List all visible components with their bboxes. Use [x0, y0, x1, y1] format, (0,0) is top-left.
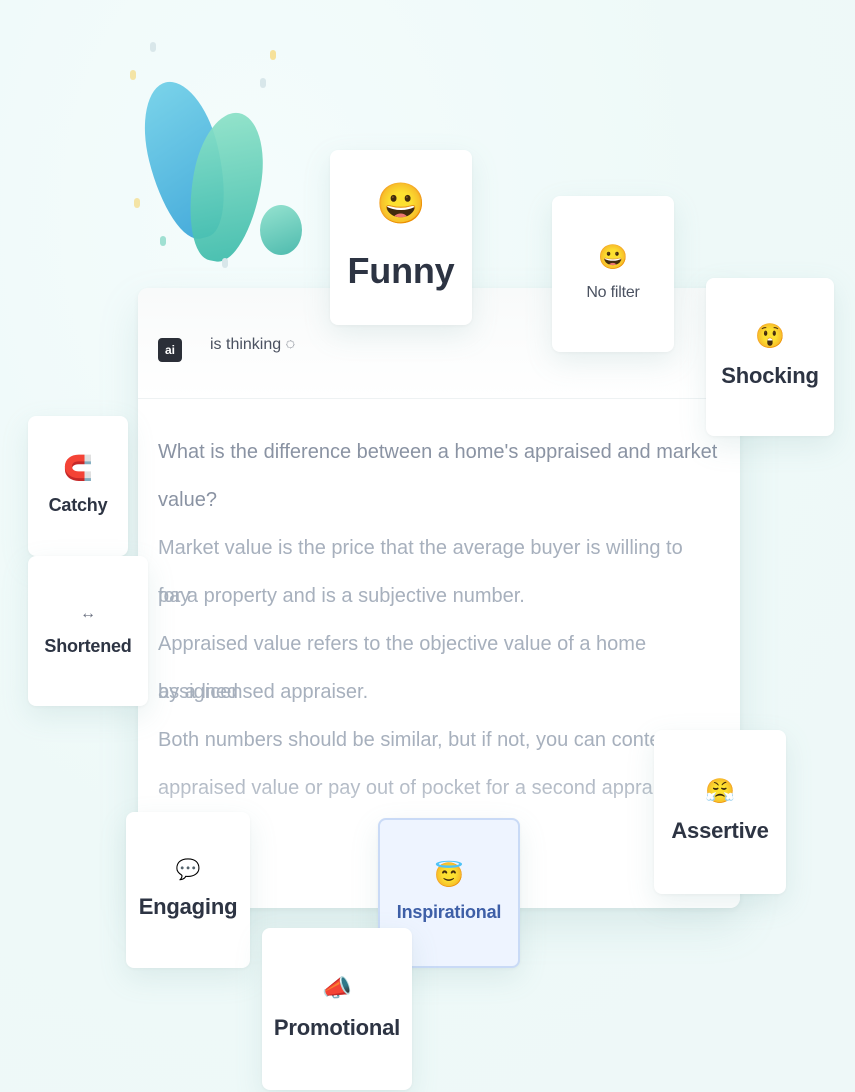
answer-line: Both numbers should be similar, but if n…: [158, 729, 677, 751]
chat-question: What is the difference between a home's …: [158, 441, 718, 511]
sparkle: [150, 42, 156, 52]
speech-bubble-icon: 💬: [175, 859, 201, 881]
sparkle: [130, 70, 136, 80]
tone-chip-shortened[interactable]: ↔ Shortened: [28, 556, 148, 706]
balloon-small: [260, 205, 302, 255]
tone-label: No filter: [586, 284, 640, 301]
compress-arrows-icon: ↔: [80, 604, 96, 622]
sparkle: [160, 236, 166, 246]
determined-emoji-icon: 😤: [705, 778, 735, 805]
answer-line: by a licensed appraiser.: [158, 681, 369, 703]
tone-chip-engaging[interactable]: 💬 Engaging: [126, 812, 250, 968]
tone-chip-shocking[interactable]: 😲 Shocking: [706, 278, 834, 436]
tone-label: Engaging: [138, 894, 238, 919]
tone-label: Funny: [347, 249, 455, 291]
ai-avatar: ai: [158, 338, 182, 362]
sparkle: [222, 258, 228, 268]
tone-chip-promotional[interactable]: 📣 Promotional: [262, 928, 412, 1090]
smile-emoji-icon: 😀: [376, 181, 426, 226]
answer-line: appraised value or pay out of pocket for…: [158, 777, 689, 799]
sparkle: [134, 198, 140, 208]
tone-chip-catchy[interactable]: 🧲 Catchy: [28, 416, 128, 556]
sparkle: [260, 78, 266, 88]
megaphone-icon: 📣: [322, 975, 352, 1002]
tone-label: Shortened: [44, 635, 132, 656]
tone-chip-assertive[interactable]: 😤 Assertive: [654, 730, 786, 894]
sparkle: [270, 50, 276, 60]
smile-emoji-icon: 😀: [598, 244, 628, 271]
tone-label: Promotional: [273, 1015, 401, 1040]
balloons-illustration: [120, 30, 320, 280]
tone-chip-funny[interactable]: 😀 Funny: [330, 150, 472, 325]
halo-emoji-icon: 😇: [434, 861, 464, 889]
magnet-icon: 🧲: [63, 454, 93, 482]
shocked-emoji-icon: 😲: [755, 323, 785, 350]
tone-label: Assertive: [671, 818, 769, 843]
tone-label: Inspirational: [396, 901, 502, 922]
thinking-status: is thinking ◌: [210, 336, 296, 353]
tone-chip-no-filter[interactable]: 😀 No filter: [552, 196, 674, 352]
answer-line: for a property and is a subjective numbe…: [158, 585, 525, 607]
tone-label: Catchy: [48, 494, 108, 515]
tone-label: Shocking: [721, 363, 819, 388]
page: ai is thinking ◌ What is the difference …: [0, 0, 855, 1092]
